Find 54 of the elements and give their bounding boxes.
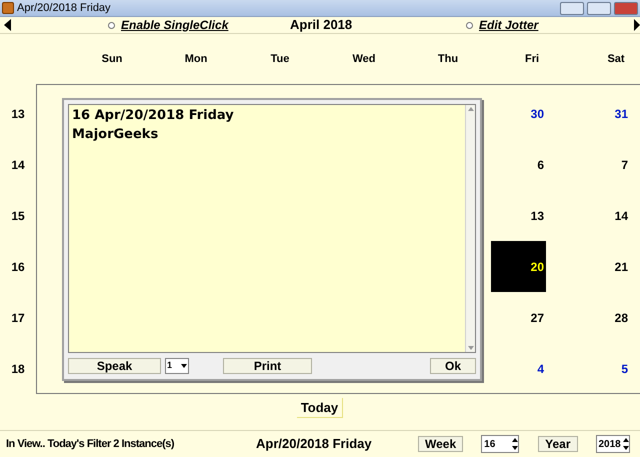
day-number[interactable]: 28 [614,308,628,326]
day-number[interactable]: 27 [530,308,544,326]
print-button[interactable]: Print [223,358,312,374]
spinner-arrows-icon [622,437,628,451]
window-title: Apr/20/2018 Friday [17,0,111,16]
filter-status: In View.. Today's Filter 2 Instance(s) [6,436,176,452]
scroll-down-icon[interactable] [468,346,474,350]
day-number[interactable]: 7 [621,156,628,174]
day-number[interactable]: 31 [614,104,628,122]
week-number: 16 [11,258,25,276]
day-number[interactable]: 6 [537,156,544,174]
spinner-arrows-icon [512,437,518,451]
week-number: 18 [11,360,25,378]
close-button[interactable] [614,2,638,14]
weekday-header: Fri [524,52,540,67]
today-button[interactable]: Today [296,398,344,418]
radio-option[interactable]: Edit Jotter [466,16,538,34]
scroll-up-icon[interactable] [468,107,474,111]
ok-button[interactable]: Ok [430,358,476,374]
speak-button[interactable]: Speak [68,358,161,374]
year-button[interactable]: Year [538,436,578,452]
day-number[interactable]: 5 [621,360,628,378]
week-spinner[interactable]: 16 [481,435,520,453]
weekday-header: Thu [438,52,458,67]
jotter-line: 16 Apr/20/2018 Friday [72,107,234,125]
day-number[interactable]: 13 [530,206,544,224]
month-title: April 2018 [290,16,352,34]
selected-day[interactable]: 20 [491,241,546,292]
week-number: 15 [11,208,25,224]
week-button[interactable]: Week [418,436,464,452]
current-date: Apr/20/2018 Friday [256,435,373,454]
year-spinner[interactable]: 2018 [596,435,630,453]
minimize-button[interactable] [560,2,584,14]
maximize-button[interactable] [587,2,611,14]
weekday-header: Sun [102,52,122,67]
weekday-header: Tue [270,52,290,67]
voice-select[interactable]: 1 [165,358,189,374]
day-number[interactable]: 14 [614,206,628,224]
app-icon [2,2,14,14]
weekday-header: Wed [352,52,376,67]
previous-month-button[interactable] [4,19,14,31]
next-month-button[interactable] [632,19,640,31]
jotter-text-area[interactable]: 16 Apr/20/2018 Friday MajorGeeks [68,104,476,353]
week-number: 14 [11,156,25,174]
weekday-header: Sat [607,52,625,67]
day-number[interactable]: 30 [530,104,544,122]
day-number[interactable]: 21 [614,258,628,276]
radio-option[interactable]: Enable SingleClick [108,16,228,34]
weekday-header: Mon [184,52,208,67]
week-number: 13 [11,106,25,122]
week-number: 17 [11,310,25,326]
caret-icon [181,364,187,368]
jotter-line: MajorGeeks [72,126,158,144]
day-number[interactable]: 4 [537,360,544,378]
